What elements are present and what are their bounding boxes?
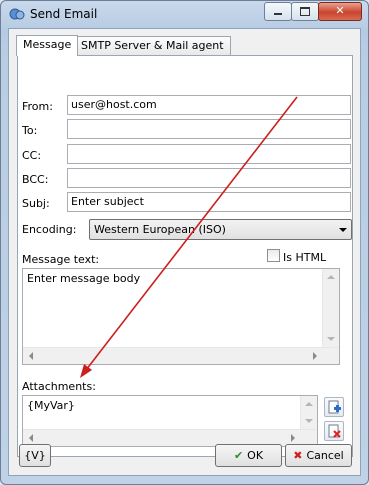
add-attachment-button[interactable] [324, 397, 344, 417]
remove-attachment-button[interactable] [324, 421, 344, 441]
close-icon: ✕ [335, 4, 345, 17]
close-button[interactable]: ✕ [318, 2, 362, 21]
x-icon: ✖ [293, 449, 303, 462]
scroll-down-icon [327, 337, 335, 341]
subject-field[interactable]: Enter subject [67, 192, 351, 212]
attachments-label: Attachments: [22, 380, 96, 393]
bcc-field[interactable] [67, 168, 351, 188]
attachments-list[interactable]: {MyVar} [22, 395, 318, 447]
from-label: From: [22, 100, 53, 113]
cancel-label: Cancel [306, 449, 344, 462]
chevron-down-icon [339, 228, 347, 232]
minimize-button[interactable] [264, 2, 292, 21]
send-email-window: Send Email ✕ Message SMTP Server & Mail … [0, 0, 369, 485]
encoding-value: Western European (ISO) [94, 223, 226, 236]
message-text-label: Message text: [22, 253, 100, 266]
maximize-icon [300, 7, 310, 16]
scroll-up-icon [327, 275, 335, 279]
dialog-client-area: Message SMTP Server & Mail agent From: u… [8, 28, 361, 476]
scroll-right-icon [291, 434, 295, 442]
message-tab-panel: From: user@host.com To: CC: BCC: Subj: E… [17, 55, 353, 457]
subj-label: Subj: [22, 197, 50, 210]
ok-label: OK [247, 449, 264, 462]
scroll-right-icon [313, 352, 317, 360]
tab-message[interactable]: Message [16, 35, 79, 56]
message-body-text: Enter message body [27, 272, 141, 285]
cc-label: CC: [22, 149, 42, 162]
from-field[interactable]: user@host.com [67, 95, 351, 115]
to-label: To: [22, 124, 38, 137]
scroll-up-icon [305, 402, 313, 406]
scroll-down-icon [305, 419, 313, 423]
scroll-left-icon [29, 434, 33, 442]
encoding-select[interactable]: Western European (ISO) [89, 219, 352, 240]
is-html-label: Is HTML [283, 251, 327, 264]
is-html-checkbox[interactable] [267, 249, 280, 262]
remove-attachment-icon [328, 424, 341, 438]
to-field[interactable] [67, 119, 351, 139]
attachments-vertical-scrollbar[interactable] [300, 396, 317, 429]
encoding-label: Encoding: [22, 223, 77, 236]
cc-field[interactable] [67, 144, 351, 164]
window-title: Send Email [30, 7, 98, 21]
message-horizontal-scrollbar[interactable] [23, 347, 339, 364]
ok-button[interactable]: ✔ OK [215, 444, 282, 467]
checkmark-icon: ✔ [233, 449, 244, 462]
message-vertical-scrollbar[interactable] [322, 269, 339, 347]
insert-variable-button[interactable]: {V} [19, 444, 51, 467]
minimize-icon [274, 13, 282, 15]
bcc-label: BCC: [22, 173, 49, 186]
cancel-button[interactable]: ✖ Cancel [285, 444, 352, 467]
add-attachment-icon [328, 400, 341, 414]
title-bar[interactable]: Send Email ✕ [1, 1, 368, 27]
scroll-left-icon [29, 352, 33, 360]
message-body-textarea[interactable]: Enter message body [22, 268, 340, 365]
tab-smtp-server[interactable]: SMTP Server & Mail agent [74, 36, 231, 55]
window-app-icon [9, 8, 25, 20]
attachment-item: {MyVar} [27, 399, 75, 412]
maximize-button[interactable] [291, 2, 319, 21]
